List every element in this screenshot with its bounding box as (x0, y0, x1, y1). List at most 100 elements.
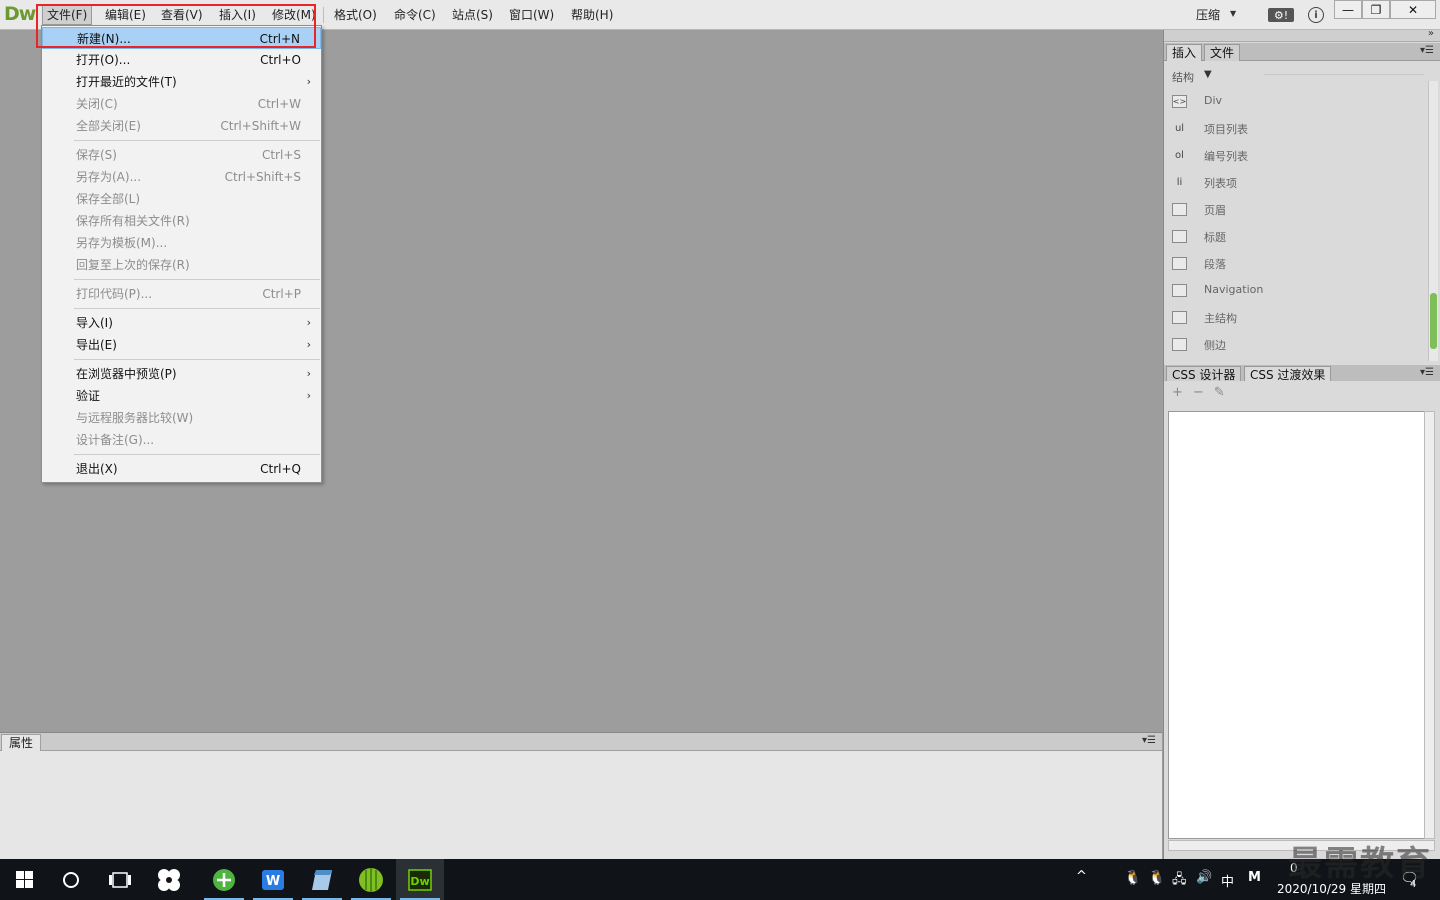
vertical-scrollbar[interactable] (1424, 411, 1435, 839)
menu-item-shortcut: Ctrl+W (257, 97, 301, 111)
chevron-right-icon: › (306, 367, 311, 380)
task-view-button[interactable] (96, 859, 144, 900)
collapse-icon[interactable]: » (1428, 28, 1434, 39)
insert-item-li[interactable]: li 列表项 (1170, 173, 1420, 193)
insert-item-main[interactable]: 主结构 (1170, 308, 1420, 328)
svg-text:W: W (266, 874, 280, 889)
close-button[interactable]: ✕ (1390, 0, 1436, 19)
ime-indicator[interactable]: 中 (1221, 871, 1234, 890)
insert-panel-scrollbar[interactable] (1428, 81, 1438, 361)
insert-item-paragraph[interactable]: 段落 (1170, 254, 1420, 274)
tab-insert[interactable]: 插入 (1166, 44, 1203, 61)
menu-command[interactable]: 命令(C) (390, 5, 440, 25)
volume-icon[interactable]: 🔊 (1196, 870, 1212, 885)
panel-collapse-strip[interactable]: » (1164, 28, 1440, 42)
panel-options-icon[interactable]: ▾☰ (1420, 45, 1434, 56)
qq-tray-icon-2[interactable]: 🐧 (1148, 870, 1165, 886)
menu-item-open-recent[interactable]: 打开最近的文件(T) › (42, 71, 321, 93)
menu-item-exit[interactable]: 退出(X) Ctrl+Q (42, 458, 321, 480)
menu-item-label: 退出(X) (76, 462, 118, 476)
chevron-up-icon[interactable]: ^ (1076, 869, 1087, 884)
task-view-icon (109, 871, 131, 888)
menu-item-label: 在浏览器中预览(P) (76, 367, 177, 381)
tab-files[interactable]: 文件 (1204, 44, 1241, 61)
ul-icon: ul (1174, 123, 1185, 134)
insert-item-ul[interactable]: ul 项目列表 (1170, 119, 1420, 139)
menu-item-label: 导入(I) (76, 316, 113, 330)
menu-item-import[interactable]: 导入(I) › (42, 312, 321, 334)
menu-help[interactable]: 帮助(H) (567, 5, 617, 25)
remove-icon[interactable]: − (1193, 385, 1204, 400)
menu-item-export[interactable]: 导出(E) › (42, 334, 321, 356)
workspace-switcher[interactable]: 压缩 (1196, 6, 1220, 23)
menu-file[interactable]: 文件(F) (42, 5, 93, 25)
chevron-right-icon: › (306, 75, 311, 88)
menu-item-save-related[interactable]: 保存所有相关文件(R) (42, 210, 321, 232)
menu-item-new[interactable]: 新建(N)... Ctrl+N (42, 27, 321, 49)
browser-icon (213, 868, 235, 891)
menu-item-revert[interactable]: 回复至上次的保存(R) (42, 254, 321, 276)
network-icon[interactable]: 🖧 (1172, 870, 1187, 892)
ime-mode-icon[interactable]: M (1248, 870, 1261, 885)
menu-insert[interactable]: 插入(I) (215, 5, 260, 25)
menu-edit[interactable]: 编辑(E) (101, 5, 150, 25)
insert-category-select[interactable]: 结构 (1172, 69, 1194, 85)
menu-item-preview-in-browser[interactable]: 在浏览器中预览(P) › (42, 363, 321, 385)
menu-item-compare-remote[interactable]: 与远程服务器比较(W) (42, 407, 321, 429)
minimize-button[interactable]: — (1334, 0, 1362, 19)
info-icon[interactable]: i (1308, 7, 1324, 23)
chevron-right-icon: › (306, 389, 311, 402)
tab-properties[interactable]: 属性 (1, 734, 42, 751)
menu-site[interactable]: 站点(S) (448, 5, 497, 25)
menu-item-label: 全部关闭(E) (76, 119, 141, 133)
insert-item-header[interactable]: 页眉 (1170, 200, 1420, 220)
menu-item-close[interactable]: 关闭(C) Ctrl+W (42, 93, 321, 115)
edit-icon[interactable]: ✎ (1214, 385, 1225, 400)
menu-item-shortcut: Ctrl+S (261, 148, 301, 162)
menu-item-save-as-template[interactable]: 另存为模板(M)... (42, 232, 321, 254)
menu-view[interactable]: 查看(V) (157, 5, 207, 25)
search-circle-icon (63, 871, 79, 888)
insert-item-div[interactable]: <> Div (1170, 92, 1420, 112)
panel-options-icon[interactable]: ▾☰ (1142, 735, 1156, 746)
sync-settings-icon[interactable]: ⚙! (1268, 8, 1294, 22)
menu-item-save-as[interactable]: 另存为(A)... Ctrl+Shift+S (42, 166, 321, 188)
taskbar-app-green[interactable] (347, 859, 395, 900)
menu-separator (74, 359, 320, 360)
menu-item-close-all[interactable]: 全部关闭(E) Ctrl+Shift+W (42, 115, 321, 137)
windows-logo-icon (15, 871, 33, 888)
panel-options-icon[interactable]: ▾☰ (1420, 367, 1434, 378)
chevron-down-icon[interactable]: ▼ (1204, 69, 1212, 80)
menu-item-save[interactable]: 保存(S) Ctrl+S (42, 144, 321, 166)
taskbar-app-wps[interactable]: W (249, 859, 297, 900)
insert-item-label: 主结构 (1204, 312, 1237, 325)
menu-modify[interactable]: 修改(M) (268, 5, 320, 25)
insert-item-heading[interactable]: 标题 (1170, 227, 1420, 247)
start-button[interactable] (0, 859, 48, 900)
insert-item-label: 列表项 (1204, 177, 1237, 190)
menu-item-print-code[interactable]: 打印代码(P)... Ctrl+P (42, 283, 321, 305)
insert-item-navigation[interactable]: Navigation (1170, 281, 1420, 301)
taskbar-app-browser[interactable] (200, 859, 248, 900)
paragraph-icon (1172, 257, 1187, 270)
insert-item-ol[interactable]: ol 编号列表 (1170, 146, 1420, 166)
menu-window[interactable]: 窗口(W) (505, 5, 558, 25)
insert-item-aside[interactable]: 侧边 (1170, 335, 1420, 355)
chevron-down-icon[interactable]: ▼ (1230, 9, 1236, 18)
menu-item-save-all[interactable]: 保存全部(L) (42, 188, 321, 210)
scrollbar-thumb[interactable] (1430, 293, 1437, 349)
menu-item-validate[interactable]: 验证 › (42, 385, 321, 407)
add-icon[interactable]: + (1172, 385, 1183, 400)
taskbar-app-fan[interactable] (145, 859, 193, 900)
qq-tray-icon[interactable]: 🐧 (1124, 870, 1141, 886)
taskbar-app-notepad[interactable] (298, 859, 346, 900)
menu-item-design-notes[interactable]: 设计备注(G)... (42, 429, 321, 451)
menu-format[interactable]: 格式(O) (330, 5, 381, 25)
menu-separator (74, 454, 320, 455)
search-button[interactable] (47, 859, 95, 900)
taskbar-app-dreamweaver[interactable]: Dw (396, 859, 444, 900)
menu-item-open[interactable]: 打开(O)... Ctrl+O (42, 49, 321, 71)
restore-button[interactable]: ❐ (1362, 0, 1390, 19)
wps-writer-icon: W (262, 869, 284, 890)
insert-item-label: 项目列表 (1204, 123, 1248, 136)
